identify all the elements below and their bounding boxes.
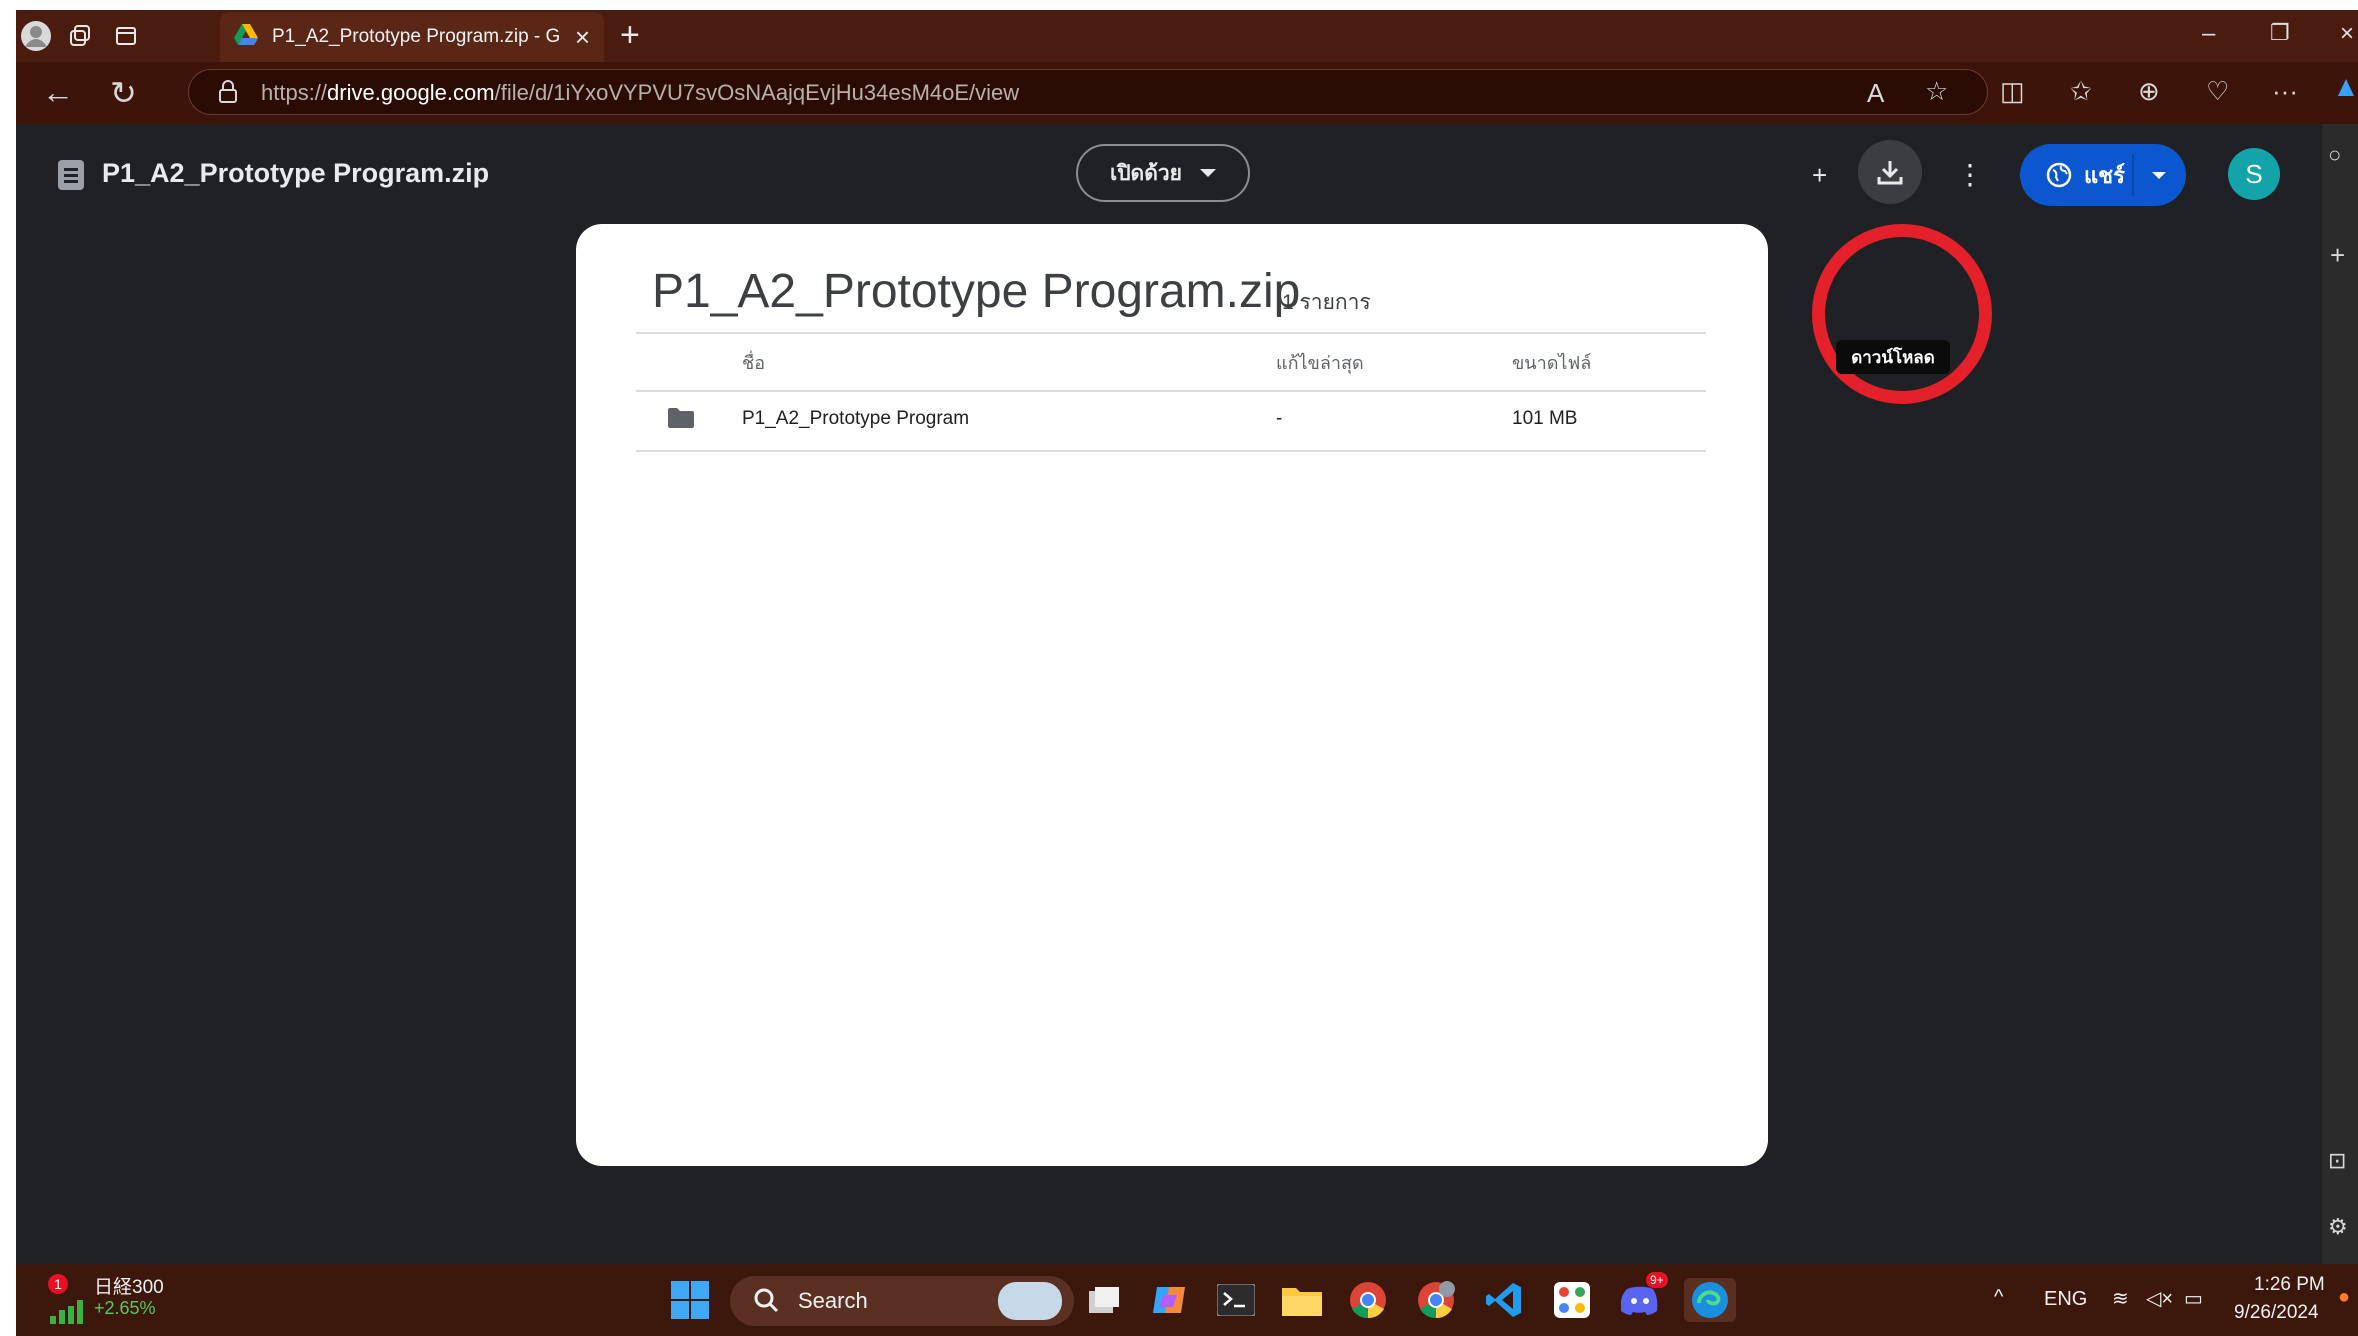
discord-badge: 9+	[1646, 1272, 1668, 1288]
column-header-name[interactable]: ชื่อ	[742, 348, 765, 377]
screen: P1_A2_Prototype Program.zip - G × + – ❐ …	[0, 0, 2358, 1336]
archive-title: P1_A2_Prototype Program.zip	[652, 265, 1301, 318]
chrome-profile-icon[interactable]	[1414, 1278, 1458, 1322]
row-modified: -	[1276, 408, 1283, 429]
column-header-size[interactable]: ขนาดไฟล์	[1512, 348, 1591, 377]
task-view-icon[interactable]	[1082, 1278, 1126, 1322]
add-shortcut-icon[interactable]: +	[1812, 160, 1827, 191]
account-avatar[interactable]: S	[2228, 148, 2280, 200]
download-tooltip: ดาวน์โหลด	[1836, 340, 1950, 374]
hide-sidebar-icon[interactable]: ⊡	[2328, 1148, 2346, 1174]
vscode-icon[interactable]	[1482, 1278, 1526, 1322]
zip-file-icon	[58, 160, 84, 190]
chrome-icon[interactable]	[1346, 1278, 1390, 1322]
globe-icon	[2046, 162, 2072, 188]
refresh-icon[interactable]: ↻	[110, 74, 137, 112]
share-button[interactable]: แชร์	[2020, 144, 2186, 206]
back-icon[interactable]: ←	[42, 74, 74, 111]
url-text: https://drive.google.com/file/d/1iYxoVYP…	[261, 80, 1020, 105]
file-title: P1_A2_Prototype Program.zip	[102, 158, 490, 188]
favorite-star-icon[interactable]: ☆	[1925, 76, 1948, 107]
notification-bell-icon[interactable]: ●	[2338, 1286, 2350, 1309]
tab-title: P1_A2_Prototype Program.zip - G	[272, 26, 561, 47]
file-explorer-icon[interactable]	[1280, 1278, 1324, 1322]
search-icon[interactable]: ○	[2328, 142, 2341, 168]
row-name: P1_A2_Prototype Program	[742, 408, 970, 429]
clock-date[interactable]: 9/26/2024	[2234, 1302, 2319, 1324]
share-options-chevron-icon[interactable]	[2152, 172, 2166, 179]
browser-toolbar: ← ↻ https://drive.google.com/file/d/1iYx…	[16, 62, 2358, 124]
google-drive-icon	[234, 23, 258, 51]
divider	[636, 450, 1706, 452]
close-tab-icon[interactable]: ×	[575, 22, 590, 53]
divider	[636, 332, 1706, 334]
tab-actions-icon[interactable]	[108, 18, 144, 54]
row-size: 101 MB	[1512, 408, 1578, 429]
volume-muted-icon[interactable]: ◁×	[2146, 1286, 2173, 1311]
restore-icon[interactable]: ❐	[2270, 20, 2290, 46]
download-button[interactable]	[1858, 140, 1922, 204]
address-bar[interactable]: https://drive.google.com/file/d/1iYxoVYP…	[188, 69, 1988, 115]
browser-tab-strip: P1_A2_Prototype Program.zip - G × + – ❐ …	[16, 10, 2358, 62]
copilot-taskbar-icon[interactable]	[1148, 1278, 1192, 1322]
wifi-icon[interactable]: ≋	[2112, 1286, 2129, 1311]
divider	[636, 390, 1706, 392]
language-indicator[interactable]: ENG	[2044, 1288, 2087, 1311]
tab-active-drive[interactable]: P1_A2_Prototype Program.zip - G ×	[220, 12, 604, 62]
drive-file-viewer: P1_A2_Prototype Program.zip เปิดด้วย + ⋮…	[16, 124, 2322, 1264]
open-with-label: เปิดด้วย	[1110, 161, 1182, 185]
app-grid-icon[interactable]	[1550, 1278, 1594, 1322]
close-window-icon[interactable]: ×	[2340, 20, 2354, 48]
open-with-button[interactable]: เปิดด้วย	[1076, 144, 1250, 202]
discord-icon[interactable]: 9+	[1618, 1272, 1668, 1322]
archive-item-count: 1 รายการ	[1282, 291, 1371, 314]
search-highlight-icon	[998, 1282, 1062, 1320]
chevron-down-icon	[1199, 169, 1216, 177]
edge-taskbar-icon[interactable]	[1684, 1278, 1736, 1322]
taskbar-search[interactable]: Search	[730, 1276, 1074, 1326]
highlight-circle	[1812, 224, 1992, 404]
stock-change: +2.65%	[94, 1298, 156, 1318]
share-label: แชร์	[2084, 162, 2125, 188]
windows-taskbar: 1 日経300 +2.65% Search 9+ ^ ENG ≋ ◁× ▭ 1:…	[16, 1264, 2358, 1336]
chevron-up-icon[interactable]: ^	[1994, 1286, 2003, 1309]
new-tab-icon[interactable]: +	[620, 16, 640, 55]
profile-avatar-icon[interactable]	[18, 18, 54, 54]
edge-sidebar: ○ + ⊡ ⚙	[2322, 124, 2358, 1264]
collections-icon[interactable]: ⊕	[2138, 76, 2160, 107]
search-label: Search	[798, 1288, 868, 1313]
split-screen-icon[interactable]: ◫	[2000, 76, 2025, 107]
windows-start-icon[interactable]	[668, 1278, 712, 1322]
stock-chart-icon	[50, 1298, 84, 1329]
read-aloud-icon[interactable]: A	[1867, 78, 1884, 109]
favorites-icon[interactable]: ✩	[2070, 76, 2092, 107]
download-icon	[1877, 161, 1903, 185]
stock-name: 日経300	[94, 1277, 164, 1298]
share-divider	[2132, 154, 2134, 196]
archive-preview-card: P1_A2_Prototype Program.zip 1 รายการ ชื่…	[576, 224, 1768, 1166]
workspaces-icon[interactable]	[62, 18, 98, 54]
copilot-icon[interactable]	[2334, 76, 2358, 107]
more-menu-icon[interactable]: ···	[2272, 76, 2298, 107]
minimize-icon[interactable]: –	[2202, 20, 2215, 48]
terminal-icon[interactable]	[1214, 1278, 1258, 1322]
browser-essentials-icon[interactable]: ♡	[2206, 76, 2229, 107]
lock-icon[interactable]	[217, 80, 239, 109]
more-actions-icon[interactable]: ⋮	[1956, 158, 1984, 191]
clock-time[interactable]: 1:26 PM	[2254, 1274, 2325, 1296]
search-icon	[752, 1286, 780, 1319]
battery-icon[interactable]: ▭	[2184, 1286, 2203, 1311]
gear-icon[interactable]: ⚙	[2328, 1214, 2348, 1240]
column-header-modified[interactable]: แก้ไขล่าสุด	[1276, 348, 1364, 377]
add-icon[interactable]: +	[2330, 240, 2345, 271]
notification-badge: 1	[48, 1274, 68, 1294]
folder-icon	[668, 408, 694, 428]
